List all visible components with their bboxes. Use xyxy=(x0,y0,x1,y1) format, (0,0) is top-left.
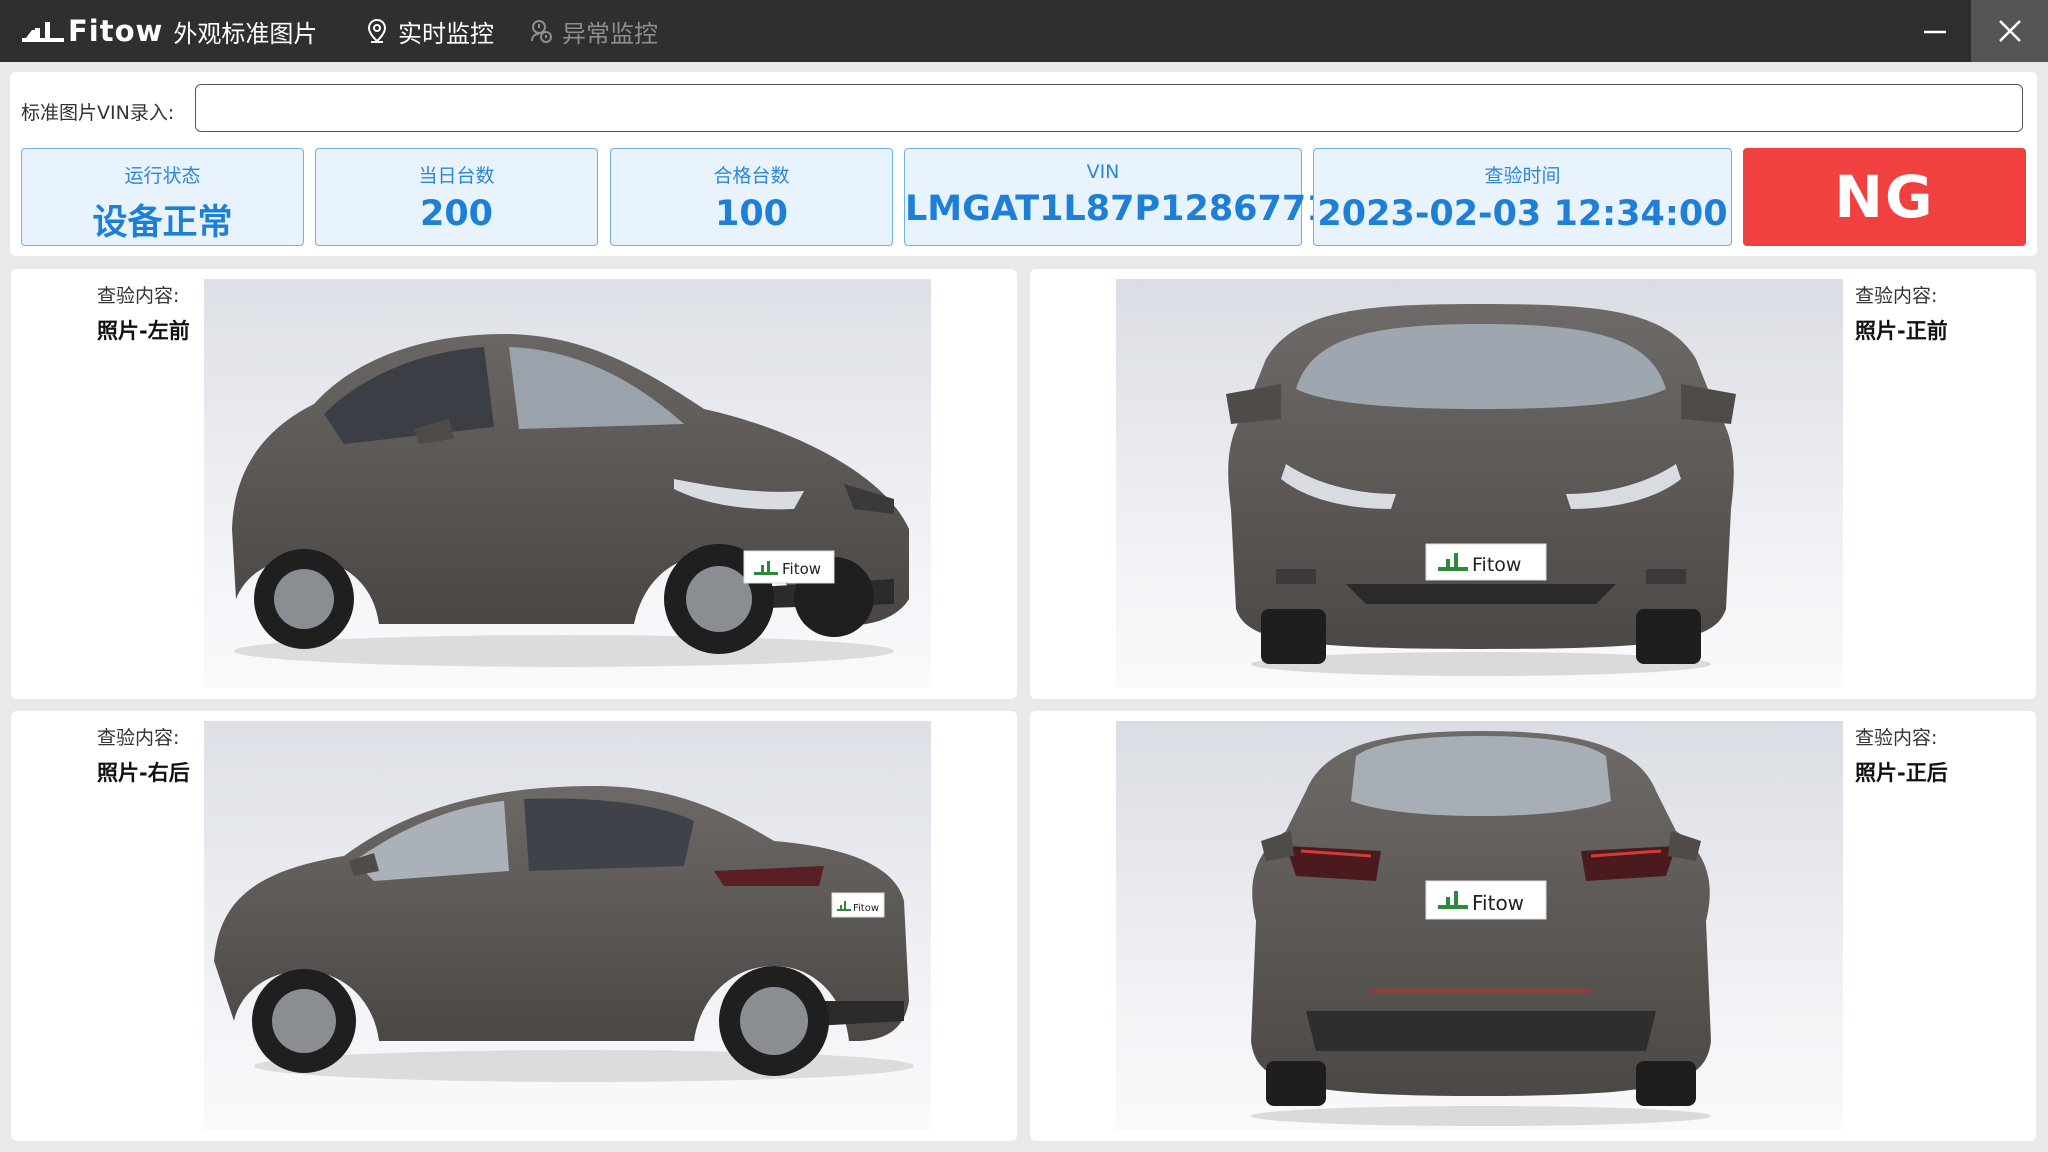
stat-inspection-time: 查验时间 2023-02-03 12:34:00 xyxy=(1313,148,1732,246)
inspection-content-value: 照片-左前 xyxy=(97,319,190,343)
vin-entry-label: 标准图片VIN录入: xyxy=(21,102,175,124)
stat-label: 合格台数 xyxy=(713,165,790,187)
fitow-badge-text: Fitow xyxy=(782,560,821,578)
stat-label: 运行状态 xyxy=(124,165,201,187)
app-title: 外观标准图片 xyxy=(173,19,318,48)
minimize-icon xyxy=(1924,30,1946,34)
brand-name: Fitow xyxy=(68,14,164,48)
close-icon xyxy=(1998,20,2021,42)
stat-label: VIN xyxy=(1086,161,1120,183)
photo-panel-front-left: 查验内容: 照片-左前 Fitow xyxy=(11,269,1017,699)
nav-realtime-monitor[interactable]: 实时监控 xyxy=(364,0,494,62)
inspection-content-value: 照片-右后 xyxy=(97,761,190,785)
stat-vin: VIN LMGAT1L87P1286771 xyxy=(904,148,1331,246)
inspection-content-label: 查验内容: xyxy=(97,285,180,307)
stat-label: 查验时间 xyxy=(1484,165,1561,187)
nav-realtime-label: 实时监控 xyxy=(398,19,494,48)
photo-panel-rear: 查验内容: 照片-正后 Fitow xyxy=(1030,711,2036,1141)
fitow-badge-text: Fitow xyxy=(1472,554,1521,576)
fitow-badge-text: Fitow xyxy=(1472,891,1524,915)
car-photo-front-left[interactable]: Fitow xyxy=(204,279,931,688)
stat-label: 当日台数 xyxy=(418,165,495,187)
fitow-logo-icon xyxy=(22,22,64,42)
stat-running-status: 运行状态 设备正常 xyxy=(21,148,304,246)
vin-entry-input[interactable] xyxy=(195,84,2023,132)
inspection-content-value: 照片-正后 xyxy=(1855,761,1948,785)
stat-value: 200 xyxy=(419,194,494,234)
inspection-content-label: 查验内容: xyxy=(1855,285,1938,307)
nav-abnormal-monitor[interactable]: 异常监控 xyxy=(528,0,658,62)
minimize-button[interactable] xyxy=(1900,0,1970,62)
title-bar: Fitow 外观标准图片 实时监控 异常监控 xyxy=(0,0,2048,62)
stat-passed-count: 合格台数 100 xyxy=(610,148,893,246)
brand: Fitow 外观标准图片 xyxy=(20,0,317,62)
photo-panel-front: 查验内容: 照片-正前 Fitow xyxy=(1030,269,2036,699)
info-panel: 标准图片VIN录入: 运行状态 设备正常 当日台数 200 合格台数 100 V… xyxy=(10,72,2037,256)
photo-panel-rear-right: 查验内容: 照片-右后 Fitow xyxy=(11,711,1017,1141)
stat-value: 2023-02-03 12:34:00 xyxy=(1317,194,1728,234)
inspection-content-label: 查验内容: xyxy=(1855,727,1938,749)
location-pin-icon xyxy=(367,18,387,43)
car-photo-rear-right[interactable]: Fitow xyxy=(204,721,931,1130)
car-photo-front[interactable]: Fitow xyxy=(1116,279,1843,688)
inspection-content-label: 查验内容: xyxy=(97,727,180,749)
stat-value: 设备正常 xyxy=(92,203,233,243)
stat-value: LMGAT1L87P1286771 xyxy=(905,189,1331,229)
inspection-content-value: 照片-正前 xyxy=(1855,319,1948,343)
fitow-badge-text: Fitow xyxy=(853,903,879,914)
nav-abnormal-label: 异常监控 xyxy=(562,19,658,48)
car-photo-rear[interactable]: Fitow xyxy=(1116,721,1843,1130)
alert-monitor-icon xyxy=(531,20,552,43)
stat-daily-count: 当日台数 200 xyxy=(315,148,598,246)
stat-value: 100 xyxy=(714,194,789,234)
close-button[interactable] xyxy=(1971,0,2048,62)
result-badge: NG xyxy=(1743,148,2026,246)
